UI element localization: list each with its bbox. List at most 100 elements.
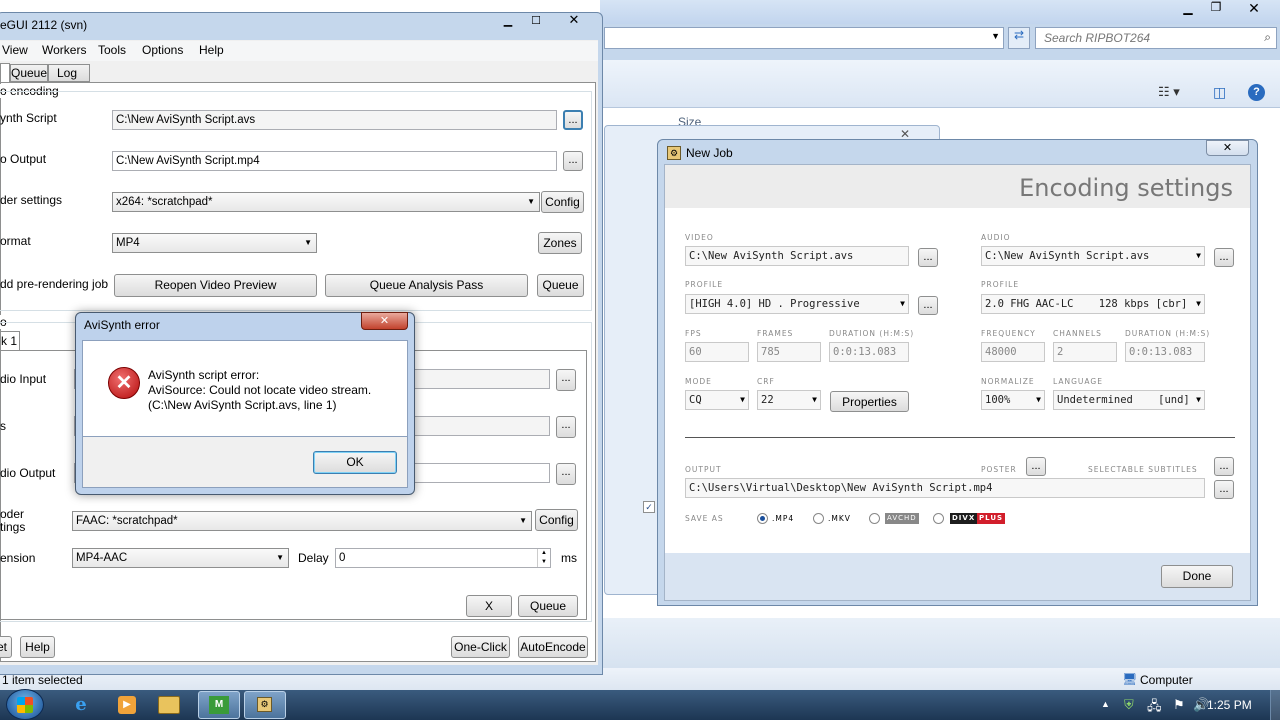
audio-cuts-browse-button[interactable]: ... xyxy=(556,416,576,438)
view-options-icon[interactable]: ☷ ▾ xyxy=(1158,84,1180,100)
error-line-2: AviSource: Could not locate video stream… xyxy=(148,383,372,397)
explorer-maximize-button[interactable]: ❐ xyxy=(1203,0,1229,16)
properties-button[interactable]: Properties xyxy=(830,391,909,412)
normalize-select[interactable]: 100% ▼ xyxy=(981,390,1045,410)
poster-caption: POSTER xyxy=(981,465,1017,474)
tray-shield-icon[interactable]: ⛨ xyxy=(1124,697,1134,713)
video-output-field[interactable]: C:\New AviSynth Script.mp4 xyxy=(112,151,557,171)
ms-label: ms xyxy=(561,551,577,565)
audio-input-browse-button[interactable]: ... xyxy=(556,369,576,391)
output-browse-button[interactable]: ... xyxy=(1214,480,1234,499)
explorer-detailspane xyxy=(600,618,1280,668)
encoder-settings-select[interactable]: x264: *scratchpad* ▼ xyxy=(112,192,540,212)
divx-radio[interactable] xyxy=(933,513,944,524)
encoder-config-button[interactable]: Config xyxy=(541,191,584,213)
crf-select[interactable]: 22 ▼ xyxy=(757,390,821,410)
mode-select[interactable]: CQ ▼ xyxy=(685,390,749,410)
mkv-label[interactable]: .MKV xyxy=(828,514,851,523)
one-click-button[interactable]: One-Click xyxy=(451,636,510,658)
divx-label[interactable]: DIVX xyxy=(950,513,978,524)
subtitles-browse-button[interactable]: ... xyxy=(1214,457,1234,476)
refresh-button[interactable]: ⇄ xyxy=(1008,27,1030,49)
script-field[interactable]: C:\New AviSynth Script.avs xyxy=(112,110,557,130)
audio-profile-select[interactable]: 2.0 FHG AAC-LC 128 kbps [cbr] ▼ xyxy=(981,294,1205,314)
menu-view[interactable]: View xyxy=(2,43,28,57)
language-select[interactable]: Undetermined [und] ▼ xyxy=(1053,390,1205,410)
address-bar[interactable]: ▼ xyxy=(604,27,1004,49)
menu-tools[interactable]: Tools xyxy=(98,43,126,57)
megui-minimize-button[interactable]: ▁ xyxy=(495,14,521,32)
tray-expand-icon[interactable]: ▲ xyxy=(1101,699,1110,709)
avchd-label[interactable]: AVCHD xyxy=(885,513,919,524)
tab-input[interactable] xyxy=(0,63,10,82)
format-select[interactable]: MP4 ▼ xyxy=(112,233,317,253)
queue-analysis-button[interactable]: Queue Analysis Pass xyxy=(325,274,528,297)
tab-log[interactable]: Log xyxy=(48,64,90,82)
ok-button[interactable]: OK xyxy=(313,451,397,474)
audio-source-browse-button[interactable]: ... xyxy=(1214,248,1234,267)
audio-track-tab[interactable]: k 1 xyxy=(0,331,20,351)
network-icon[interactable]: 🖧 xyxy=(1147,697,1162,719)
menu-help[interactable]: Help xyxy=(199,43,224,57)
new-job-client xyxy=(664,164,1251,601)
video-output-label: o Output xyxy=(0,152,47,166)
audio-encoder-label-1: oder xyxy=(0,507,25,521)
show-desktop-button[interactable] xyxy=(1270,690,1280,720)
search-placeholder: Search RIPBOT264 xyxy=(1044,31,1151,45)
avchd-radio[interactable] xyxy=(869,513,880,524)
reopen-preview-button[interactable]: Reopen Video Preview xyxy=(114,274,317,297)
auto-encode-button[interactable]: AutoEncode xyxy=(518,636,588,658)
channels-caption: CHANNELS xyxy=(1053,329,1102,338)
megui-maximize-button[interactable]: ☐ xyxy=(523,14,549,32)
explorer-close-button[interactable]: ✕ xyxy=(1240,0,1268,16)
chevron-down-icon: ▼ xyxy=(900,299,905,308)
checkbox[interactable]: ✓ xyxy=(643,501,655,513)
audio-config-button[interactable]: Config xyxy=(535,509,578,531)
error-dialog-close-button[interactable]: ✕ xyxy=(361,312,408,330)
mkv-radio[interactable] xyxy=(813,513,824,524)
audio-source-select[interactable]: C:\New AviSynth Script.avs ▼ xyxy=(981,246,1205,266)
video-queue-button[interactable]: Queue xyxy=(537,274,584,297)
subtitles-caption: SELECTABLE SUBTITLES xyxy=(1088,465,1198,474)
reset-button[interactable]: et xyxy=(0,636,12,658)
output-path-field[interactable]: C:\Users\Virtual\Desktop\New AviSynth Sc… xyxy=(685,478,1205,498)
video-profile-select[interactable]: [HIGH 4.0] HD . Progressive ▼ xyxy=(685,294,909,314)
explorer-minimize-button[interactable]: ▁ xyxy=(1175,1,1201,17)
extension-select[interactable]: MP4-AAC ▼ xyxy=(72,548,289,568)
clock[interactable]: 1:25 PM xyxy=(1207,698,1252,712)
audio-queue-button[interactable]: Queue xyxy=(518,595,578,617)
zones-button[interactable]: Zones xyxy=(538,232,582,254)
poster-browse-button[interactable]: ... xyxy=(1026,457,1046,476)
script-browse-button[interactable]: ... xyxy=(563,110,583,130)
menu-workers[interactable]: Workers xyxy=(42,43,86,57)
megui-title: eGUI 2112 (svn) xyxy=(0,18,88,32)
megui-close-button[interactable]: ✕ xyxy=(553,12,595,32)
video-profile-browse-button[interactable]: ... xyxy=(918,296,938,315)
internet-explorer-icon[interactable]: e xyxy=(70,694,92,716)
mp4-label[interactable]: .MP4 xyxy=(772,514,794,523)
help-icon[interactable]: ? xyxy=(1248,84,1265,101)
preview-pane-icon[interactable]: ◫ xyxy=(1213,84,1226,101)
taskbar xyxy=(0,690,1280,720)
video-output-browse-button[interactable]: ... xyxy=(563,151,583,171)
audio-remove-button[interactable]: X xyxy=(466,595,512,617)
audio-output-browse-button[interactable]: ... xyxy=(556,463,576,485)
explorer-taskbar-icon[interactable] xyxy=(158,696,180,714)
divx-plus-label[interactable]: PLUS xyxy=(977,513,1006,524)
search-input[interactable]: Search RIPBOT264 ⌕ xyxy=(1035,27,1277,49)
done-button[interactable]: Done xyxy=(1161,565,1233,588)
delay-spinner[interactable]: ▲ ▼ xyxy=(537,549,550,567)
chevron-down-icon[interactable]: ▼ xyxy=(991,31,1000,41)
new-job-close-button[interactable]: ✕ xyxy=(1206,140,1249,156)
video-source-browse-button[interactable]: ... xyxy=(918,248,938,267)
flag-icon[interactable]: ⚑ xyxy=(1173,697,1185,713)
help-button[interactable]: Help xyxy=(20,636,55,658)
mp4-radio[interactable] xyxy=(757,513,768,524)
delay-input[interactable]: 0 xyxy=(335,548,551,568)
frames-caption: FRAMES xyxy=(757,329,794,338)
tab-queue[interactable]: Queue xyxy=(10,64,48,82)
video-source-field[interactable]: C:\New AviSynth Script.avs xyxy=(685,246,909,266)
audio-encoder-select[interactable]: FAAC: *scratchpad* ▼ xyxy=(72,511,532,531)
menu-options[interactable]: Options xyxy=(142,43,183,57)
media-player-icon[interactable]: ▶ xyxy=(118,696,136,714)
